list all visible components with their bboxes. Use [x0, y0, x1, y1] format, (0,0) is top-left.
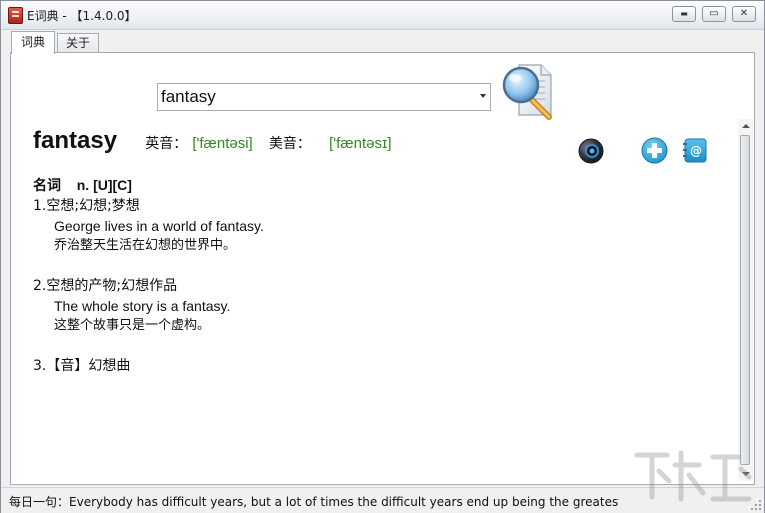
plus-circle-icon[interactable] [641, 137, 668, 164]
us-phonetic: ['fæntəsɪ] [329, 135, 392, 152]
pos-detail: n. [U][C] [76, 177, 132, 193]
scroll-down-button[interactable] [738, 467, 753, 481]
daily-sentence-text: Everybody has difficult years, but a lot… [69, 495, 619, 509]
example-english: George lives in a world of fantasy. [54, 218, 264, 234]
speaker-icon[interactable] [577, 137, 605, 165]
uk-phonetic: ['fæntəsi] [192, 135, 253, 152]
sense-3: 3.【音】幻想曲 [33, 356, 723, 376]
status-bar: 每日一句：Everybody has difficult years, but … [1, 487, 764, 513]
dictionary-panel: fantasy 英音： ['fæntəsi] 美音： ['fæntəsɪ] [10, 52, 755, 485]
minimize-icon: ▬ [680, 9, 688, 18]
maximize-icon: ▭ [709, 8, 719, 19]
scroll-thumb[interactable] [740, 135, 750, 465]
close-icon: ✕ [739, 8, 749, 19]
uk-pronunciation-label: 英音： [145, 136, 188, 152]
scroll-up-button[interactable] [738, 119, 753, 133]
close-button[interactable]: ✕ [732, 6, 756, 22]
sense-2: 2.空想的产物;幻想作品 The whole story is a fantas… [33, 276, 723, 336]
headword: fantasy [33, 127, 118, 154]
sense-title: 3.【音】幻想曲 [33, 358, 131, 374]
svg-text:@: @ [690, 144, 702, 158]
app-icon [8, 7, 23, 24]
sense-1: 1.空想;幻想;梦想 George lives in a world of fa… [33, 196, 723, 256]
tab-dictionary[interactable]: 词典 [11, 31, 55, 54]
search-combobox[interactable] [157, 83, 491, 111]
sense-title: 1.空想;幻想;梦想 [33, 198, 140, 214]
search-input[interactable] [161, 87, 461, 107]
example-chinese: 这整个故事只是一个虚构。 [54, 318, 211, 333]
pos-label: 名词 [33, 178, 61, 194]
minimize-button[interactable]: ▬ [672, 6, 696, 22]
vertical-scrollbar[interactable] [738, 119, 753, 481]
part-of-speech: 名词 n. [U][C] [33, 174, 723, 196]
window-title: E词典 - 【1.4.0.0】 [27, 9, 137, 23]
main-window: E词典 - 【1.4.0.0】 ▬ ▭ ✕ 词典 关于 fantasy fant… [0, 0, 765, 513]
definition-area: 名词 n. [U][C] 1.空想;幻想;梦想 George lives in … [33, 174, 723, 376]
example-chinese: 乔治整天生活在幻想的世界中。 [54, 238, 237, 253]
daily-sentence-label: 每日一句： [9, 495, 70, 509]
tab-about[interactable]: 关于 [57, 33, 99, 53]
sense-title: 2.空想的产物;幻想作品 [33, 278, 178, 294]
maximize-button[interactable]: ▭ [702, 6, 726, 22]
chevron-down-icon[interactable] [480, 94, 486, 98]
title-bar[interactable]: E词典 - 【1.4.0.0】 ▬ ▭ ✕ [1, 1, 764, 30]
daily-sentence[interactable]: 每日一句：Everybody has difficult years, but … [9, 493, 619, 510]
example-english: The whole story is a fantasy. [54, 298, 231, 314]
address-book-icon[interactable]: @ [681, 137, 708, 164]
headword-row: fantasy 英音： ['fæntəsi] 美音： ['fæntəsɪ] [33, 127, 392, 155]
us-pronunciation-label: 美音： [268, 136, 311, 152]
magnifier-document-icon[interactable] [501, 63, 557, 121]
resize-grip-icon[interactable] [750, 499, 762, 511]
